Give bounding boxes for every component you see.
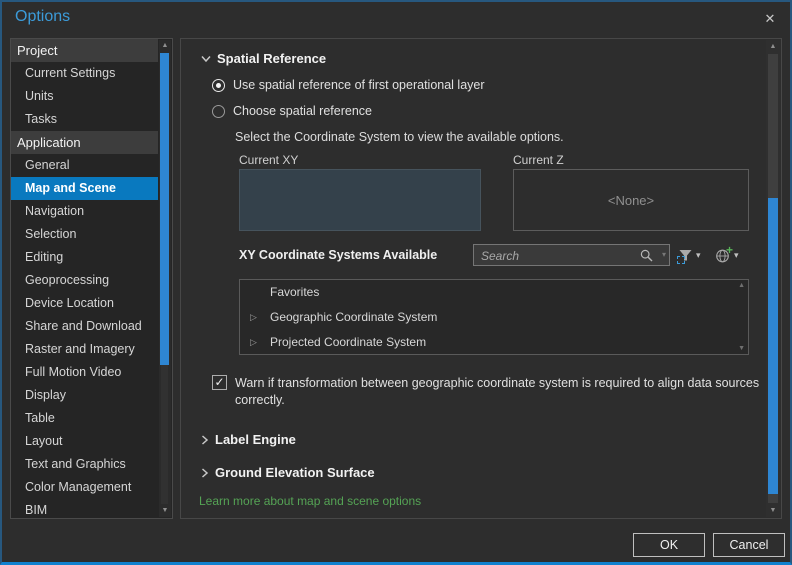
search-dropdown-icon[interactable]: ▾	[662, 250, 666, 259]
radio-unselected-icon	[212, 104, 225, 118]
expander-icon[interactable]: ▷	[250, 305, 257, 330]
tree-scroll-down-icon[interactable]: ▼	[738, 345, 745, 352]
tree-item-label: Projected Coordinate System	[270, 335, 427, 349]
scroll-up-icon[interactable]: ▲	[159, 40, 171, 52]
sidebar-list: Project Current Settings Units Tasks App…	[11, 39, 158, 518]
cancel-button[interactable]: Cancel	[713, 533, 785, 557]
globe-add-icon: +	[715, 244, 733, 264]
tree-item-favorites[interactable]: Favorites	[240, 280, 748, 305]
coordinate-system-instruction: Select the Coordinate System to view the…	[235, 130, 564, 144]
sidebar-item-text-and-graphics[interactable]: Text and Graphics	[11, 453, 158, 476]
sidebar-item-general[interactable]: General	[11, 154, 158, 177]
filter-icon	[677, 248, 693, 264]
sidebar-item-units[interactable]: Units	[11, 85, 158, 108]
warn-transformation-checkbox-row[interactable]: ✓ Warn if transformation between geograp…	[212, 375, 775, 409]
chevron-down-icon	[201, 55, 211, 62]
sidebar-group-project: Project	[11, 39, 158, 62]
checkbox-checked-icon[interactable]: ✓	[212, 375, 227, 390]
xy-systems-available-label: XY Coordinate Systems Available	[239, 248, 438, 262]
search-box: ▾	[473, 244, 670, 267]
plus-icon: +	[725, 242, 733, 257]
sidebar-group-application: Application	[11, 131, 158, 154]
content-scrollbar[interactable]: ▲ ▼	[766, 40, 780, 517]
sidebar-item-current-settings[interactable]: Current Settings	[11, 62, 158, 85]
expander-icon[interactable]: ▷	[250, 330, 257, 355]
coordinate-systems-tree: ▲ Favorites ▷ Geographic Coordinate Syst…	[239, 279, 749, 355]
radio-label: Choose spatial reference	[233, 104, 372, 118]
radio-use-spatial-reference[interactable]: Use spatial reference of first operation…	[212, 78, 485, 92]
scroll-down-icon[interactable]: ▼	[766, 504, 780, 517]
tree-item-label: Geographic Coordinate System	[270, 310, 438, 324]
window-title: Options	[15, 8, 71, 25]
current-xy-label: Current XY	[239, 153, 299, 167]
tree-item-label: Favorites	[270, 285, 320, 299]
chevron-right-icon	[202, 467, 209, 478]
sidebar-item-editing[interactable]: Editing	[11, 246, 158, 269]
sidebar-item-full-motion-video[interactable]: Full Motion Video	[11, 361, 158, 384]
globe-dropdown-icon[interactable]: ▾	[734, 251, 739, 260]
filter-dropdown-icon[interactable]: ▾	[696, 251, 701, 260]
sidebar-item-display[interactable]: Display	[11, 384, 158, 407]
sidebar-item-map-and-scene[interactable]: Map and Scene	[11, 177, 158, 200]
current-z-value-box[interactable]: <None>	[513, 169, 749, 231]
section-title: Label Engine	[215, 432, 296, 447]
section-title: Spatial Reference	[217, 51, 327, 66]
close-icon[interactable]: ✕	[760, 9, 780, 29]
radio-choose-spatial-reference[interactable]: Choose spatial reference	[212, 104, 372, 118]
sidebar-item-geoprocessing[interactable]: Geoprocessing	[11, 269, 158, 292]
search-input[interactable]	[479, 245, 633, 267]
section-spatial-reference[interactable]: Spatial Reference	[201, 51, 326, 66]
checkmark-icon: ✓	[214, 375, 225, 389]
scrollbar-thumb[interactable]	[768, 198, 778, 494]
scrollbar-thumb[interactable]	[160, 53, 169, 365]
filter-button[interactable]: ▾	[677, 244, 701, 267]
sidebar-item-color-management[interactable]: Color Management	[11, 476, 158, 499]
sidebar-item-raster-and-imagery[interactable]: Raster and Imagery	[11, 338, 158, 361]
current-xy-value-box[interactable]	[239, 169, 481, 231]
warn-checkbox-label: Warn if transformation between geographi…	[235, 376, 760, 407]
radio-selected-icon	[212, 78, 225, 92]
section-title: Ground Elevation Surface	[215, 465, 375, 480]
chevron-right-icon	[202, 434, 209, 445]
options-content-panel: Spatial Reference Use spatial reference …	[180, 38, 782, 519]
tree-item-geographic-coordinate-system[interactable]: ▷ Geographic Coordinate System	[240, 305, 748, 330]
sidebar-item-tasks[interactable]: Tasks	[11, 108, 158, 131]
current-z-value: <None>	[607, 192, 655, 208]
ok-button[interactable]: OK	[633, 533, 705, 557]
scroll-down-icon[interactable]: ▼	[159, 505, 171, 517]
scroll-up-icon[interactable]: ▲	[766, 40, 780, 53]
sidebar-item-device-location[interactable]: Device Location	[11, 292, 158, 315]
section-ground-elevation-surface[interactable]: Ground Elevation Surface	[201, 465, 375, 480]
sidebar-item-bim[interactable]: BIM	[11, 499, 158, 522]
sidebar-scrollbar[interactable]: ▲ ▼	[159, 40, 171, 517]
tree-item-projected-coordinate-system[interactable]: ▷ Projected Coordinate System	[240, 330, 748, 355]
radio-label: Use spatial reference of first operation…	[233, 78, 485, 92]
section-label-engine[interactable]: Label Engine	[201, 432, 296, 447]
sidebar-item-selection[interactable]: Selection	[11, 223, 158, 246]
options-dialog: { "window": { "title": "Options" }, "ico…	[0, 0, 792, 565]
learn-more-link[interactable]: Learn more about map and scene options	[199, 494, 421, 508]
add-coordinate-system-button[interactable]: + ▾	[715, 244, 739, 267]
sidebar-item-table[interactable]: Table	[11, 407, 158, 430]
current-z-label: Current Z	[513, 153, 564, 167]
search-icon[interactable]	[640, 249, 653, 267]
sidebar-item-layout[interactable]: Layout	[11, 430, 158, 453]
sidebar-item-share-and-download[interactable]: Share and Download	[11, 315, 158, 338]
filter-selection-icon	[677, 256, 685, 264]
sidebar: Project Current Settings Units Tasks App…	[10, 38, 173, 519]
sidebar-item-navigation[interactable]: Navigation	[11, 200, 158, 223]
